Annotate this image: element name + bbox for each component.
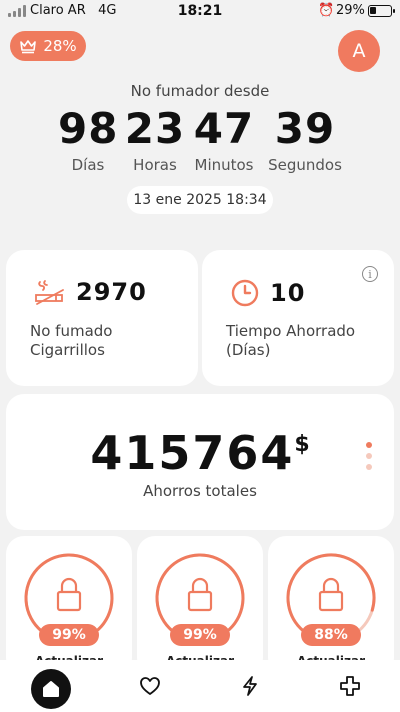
battery-percent: 29% xyxy=(336,3,365,18)
quit-date: 13 ene 2025 18:34 xyxy=(133,192,267,208)
home-icon xyxy=(43,681,59,697)
nav-motivation[interactable] xyxy=(225,660,275,712)
cigarettes-label-line1: No fumado xyxy=(30,322,113,340)
nav-health[interactable] xyxy=(125,660,175,712)
savings-card[interactable]: 415764$ Ahorros totales xyxy=(6,394,394,530)
days-label: Días xyxy=(71,156,105,174)
minutes-label: Minutos xyxy=(194,156,254,174)
days-counter: 98 Días xyxy=(58,104,118,174)
lock-icon xyxy=(187,577,213,612)
crown-icon xyxy=(20,40,37,54)
no-smoking-icon xyxy=(35,280,64,305)
info-glyph: i xyxy=(368,267,372,281)
minutes-counter: 47 Minutos xyxy=(190,104,258,174)
hours-counter: 23 Horas xyxy=(124,104,186,174)
battery-icon xyxy=(368,5,395,17)
medical-cross-icon xyxy=(340,676,360,696)
nav-cravings[interactable] xyxy=(325,660,375,712)
heart-icon xyxy=(140,677,160,695)
time-saved-card[interactable]: i 10 Tiempo Ahorrado (Días) xyxy=(202,250,394,386)
savings-currency: $ xyxy=(294,432,310,457)
nav-home[interactable] xyxy=(31,669,71,709)
time-saved-label-line1: Tiempo Ahorrado xyxy=(226,322,356,340)
battery-fill xyxy=(370,7,376,14)
page-dot xyxy=(366,464,372,470)
smoke-free-since-label: No fumador desde xyxy=(130,82,270,100)
avatar[interactable]: A xyxy=(338,30,380,72)
seconds-label: Segundos xyxy=(268,156,342,174)
health-card[interactable]: 88% Actualizar xyxy=(268,536,394,676)
days-value: 98 xyxy=(58,104,119,153)
cigarettes-label-line2: Cigarrillos xyxy=(30,341,105,359)
status-bar: Claro AR 4G 18:21 ⏰ 29% xyxy=(0,0,400,24)
quit-date-button[interactable]: 13 ene 2025 18:34 xyxy=(127,186,273,214)
bottom-nav xyxy=(0,660,400,712)
cigarettes-value: 2970 xyxy=(76,278,147,306)
lock-icon xyxy=(56,577,82,612)
minutes-value: 47 xyxy=(193,104,255,153)
premium-percent: 28% xyxy=(43,37,77,55)
progress-percent: 88% xyxy=(301,624,361,646)
seconds-counter: 39 Segundos xyxy=(264,104,346,174)
savings-label: Ahorros totales xyxy=(143,482,257,500)
seconds-value: 39 xyxy=(274,104,336,153)
cigarettes-card[interactable]: 2970 No fumado Cigarrillos xyxy=(6,250,198,386)
alarm-icon: ⏰ xyxy=(318,3,335,18)
progress-percent: 99% xyxy=(170,624,230,646)
page-dot xyxy=(366,442,372,448)
hours-value: 23 xyxy=(124,104,186,153)
clock-icon xyxy=(231,279,259,307)
time-saved-label-line2: (Días) xyxy=(226,341,271,359)
page-dot xyxy=(366,453,372,459)
health-card[interactable]: 99% Actualizar xyxy=(137,536,263,676)
avatar-letter: A xyxy=(352,40,366,62)
health-card[interactable]: 99% Actualizar xyxy=(6,536,132,676)
savings-amount: 415764 xyxy=(90,426,295,480)
hours-label: Horas xyxy=(133,156,177,174)
info-icon[interactable]: i xyxy=(362,266,378,282)
page-indicator[interactable] xyxy=(366,442,372,470)
lightning-icon xyxy=(243,676,257,696)
lock-icon xyxy=(318,577,344,612)
progress-percent: 99% xyxy=(39,624,99,646)
premium-badge[interactable]: 28% xyxy=(10,31,86,61)
time-saved-value: 10 xyxy=(270,279,306,307)
